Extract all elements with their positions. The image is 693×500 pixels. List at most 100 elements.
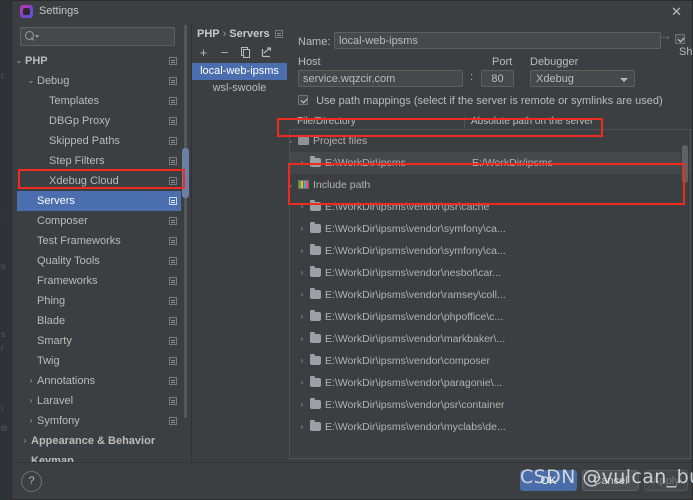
chevron-right-icon[interactable]: ›: [296, 152, 308, 174]
chevron-right-icon[interactable]: ›: [296, 350, 308, 372]
shared-checkbox[interactable]: Shared: [675, 34, 693, 58]
mapping-row[interactable]: › E:\WorkDir\ipsms\vendor\composer: [290, 350, 690, 372]
sidebar-item-blade[interactable]: Blade: [17, 311, 183, 331]
scrollbar-thumb[interactable]: [682, 145, 688, 183]
chevron-right-icon[interactable]: ›: [26, 391, 36, 411]
port-input[interactable]: 80: [481, 70, 514, 87]
sidebar-item-templates[interactable]: Templates: [17, 91, 183, 111]
sidebar-item-dbgp-proxy[interactable]: DBGp Proxy: [17, 111, 183, 131]
mapping-row[interactable]: › E:\WorkDir\ipsms\vendor\nesbot\car...: [290, 262, 690, 284]
project-files-icon: [298, 136, 309, 145]
chevron-down-icon[interactable]: ⌄: [17, 51, 24, 71]
mapping-row[interactable]: › E:\WorkDir\ipsms\vendor\ramsey\coll...: [290, 284, 690, 306]
mapping-local-path: Project files: [313, 135, 368, 147]
sidebar-item-label: Phing: [37, 295, 66, 307]
chevron-down-icon[interactable]: ⌄: [26, 71, 36, 91]
mapping-row[interactable]: › E:\WorkDir\ipsms\vendor\myclabs\de...: [290, 416, 690, 438]
chevron-right-icon[interactable]: ›: [296, 218, 308, 240]
mapping-row[interactable]: › E:\WorkDir\ipsms\vendor\phpoffice\c...: [290, 306, 690, 328]
ok-button[interactable]: OK: [520, 470, 577, 491]
chevron-right-icon[interactable]: ›: [296, 196, 308, 218]
chevron-right-icon[interactable]: ›: [296, 416, 308, 438]
mappings-tree[interactable]: ⌄ Project files › E:\WorkDir\ipsms E:/WorkDi…: [289, 129, 691, 459]
search-input[interactable]: [20, 27, 175, 46]
apply-button[interactable]: Apply: [644, 470, 688, 491]
settings-scope-icon: [169, 297, 177, 305]
add-server-button[interactable]: +: [196, 45, 211, 60]
chevron-right-icon[interactable]: ›: [296, 240, 308, 262]
mapping-local-path: E:\WorkDir\ipsms\vendor\paragonie\...: [325, 377, 503, 389]
sidebar-item-label: Step Filters: [49, 155, 105, 167]
dialog-footer: ? OK Cancel Apply: [12, 462, 692, 499]
sidebar-item-symfony[interactable]: › Symfony: [17, 411, 183, 431]
scrollbar-thumb[interactable]: [182, 148, 189, 198]
mapping-row[interactable]: › E:\WorkDir\ipsms\vendor\paragonie\...: [290, 372, 690, 394]
sidebar-item-appearance-behavior[interactable]: › Appearance & Behavior: [17, 431, 183, 451]
chevron-right-icon[interactable]: ›: [296, 328, 308, 350]
sidebar-item-smarty[interactable]: Smarty: [17, 331, 183, 351]
mapping-row[interactable]: › E:\WorkDir\ipsms\vendor\psr\container: [290, 394, 690, 416]
cancel-button[interactable]: Cancel: [582, 470, 639, 491]
settings-tree[interactable]: ⌄ PHP ⌄ Debug Templates DBGp Proxy Skipped Pat…: [17, 51, 183, 463]
debugger-select[interactable]: Xdebug: [530, 70, 635, 87]
mapping-row[interactable]: › E:\WorkDir\ipsms E:/WorkDir/ipsms: [290, 152, 690, 174]
mapping-row[interactable]: ⌄ Include path: [290, 174, 690, 196]
chevron-right-icon[interactable]: ›: [20, 431, 30, 451]
chevron-right-icon[interactable]: ›: [296, 262, 308, 284]
breadcrumb-root[interactable]: PHP: [197, 28, 220, 40]
sidebar-item-annotations[interactable]: › Annotations: [17, 371, 183, 391]
use-path-mappings-checkbox[interactable]: Use path mappings (select if the server …: [298, 95, 663, 107]
sidebar-item-xdebug-cloud[interactable]: Xdebug Cloud: [17, 171, 183, 191]
sidebar-item-test-frameworks[interactable]: Test Frameworks: [17, 231, 183, 251]
mapping-remote-path: E:/WorkDir/ipsms: [472, 157, 553, 169]
dialog-title: Settings: [39, 5, 79, 17]
chevron-right-icon[interactable]: ›: [296, 372, 308, 394]
chevron-right-icon[interactable]: ›: [296, 284, 308, 306]
settings-scope-icon: [169, 177, 177, 185]
chevron-down-icon[interactable]: ⌄: [290, 130, 296, 152]
mapping-row[interactable]: ⌄ Project files: [290, 130, 690, 152]
mappings-scrollbar[interactable]: [681, 145, 689, 457]
mapping-row[interactable]: › E:\WorkDir\ipsms\vendor\symfony\ca...: [290, 240, 690, 262]
settings-tree-scrollbar[interactable]: [181, 23, 190, 463]
sidebar-item-skipped-paths[interactable]: Skipped Paths: [17, 131, 183, 151]
chevron-right-icon[interactable]: ›: [26, 371, 36, 391]
sidebar-item-composer[interactable]: Composer: [17, 211, 183, 231]
host-input[interactable]: service.wqzcir.com: [298, 70, 463, 87]
chevron-right-icon[interactable]: ›: [26, 411, 36, 431]
sidebar-item-twig[interactable]: Twig: [17, 351, 183, 371]
sidebar-item-laravel[interactable]: › Laravel: [17, 391, 183, 411]
sidebar-item-label: Blade: [37, 315, 66, 327]
copy-server-button[interactable]: [238, 45, 253, 60]
settings-dialog: Settings ✕ ⌄ PHP ⌄ Debug Templates DBGp Proxy…: [11, 0, 693, 500]
chevron-right-icon[interactable]: ›: [296, 394, 308, 416]
import-server-button[interactable]: [259, 45, 274, 60]
settings-scope-icon: [169, 257, 177, 265]
server-list-item[interactable]: wsl-swoole: [192, 80, 287, 97]
chevron-down-icon[interactable]: ⌄: [290, 174, 296, 196]
mapping-local-path: E:\WorkDir\ipsms\vendor\nesbot\car...: [325, 267, 502, 279]
settings-scope-icon: [169, 237, 177, 245]
remove-server-button[interactable]: −: [217, 45, 232, 60]
sidebar-item-quality-tools[interactable]: Quality Tools: [17, 251, 183, 271]
settings-tree-panel: ⌄ PHP ⌄ Debug Templates DBGp Proxy Skipped Pat…: [17, 23, 185, 463]
sidebar-item-debug[interactable]: ⌄ Debug: [17, 71, 183, 91]
breadcrumb-leaf: Servers: [229, 28, 270, 40]
folder-icon: [310, 200, 321, 211]
mapping-row[interactable]: › E:\WorkDir\ipsms\vendor\markbaker\...: [290, 328, 690, 350]
folder-icon: [310, 332, 321, 343]
sidebar-item-php[interactable]: ⌄ PHP: [17, 51, 183, 71]
mapping-row[interactable]: › E:\WorkDir\ipsms\vendor\psr\cache: [290, 196, 690, 218]
server-list-item[interactable]: local-web-ipsms: [192, 63, 287, 80]
name-input[interactable]: local-web-ipsms: [334, 32, 661, 49]
chevron-right-icon[interactable]: ›: [296, 306, 308, 328]
sidebar-item-frameworks[interactable]: Frameworks: [17, 271, 183, 291]
close-icon[interactable]: ✕: [669, 4, 684, 19]
settings-scope-icon: [169, 197, 177, 205]
sidebar-item-servers[interactable]: Servers: [17, 191, 183, 211]
server-list[interactable]: local-web-ipsms wsl-swoole: [192, 63, 287, 463]
sidebar-item-step-filters[interactable]: Step Filters: [17, 151, 183, 171]
mapping-row[interactable]: › E:\WorkDir\ipsms\vendor\symfony\ca...: [290, 218, 690, 240]
help-button[interactable]: ?: [21, 471, 42, 492]
sidebar-item-phing[interactable]: Phing: [17, 291, 183, 311]
